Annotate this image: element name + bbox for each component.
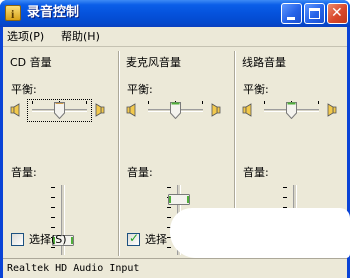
window-title: 录音控制 bbox=[27, 5, 80, 20]
volume-label: 音量: bbox=[127, 166, 153, 179]
mixer-window: i 录音控制 ✕ 选项(P) 帮助(H) CD 音量 平衡: 音量: 麦克风音量… bbox=[0, 0, 350, 278]
status-bar: Realtek HD Audio Input bbox=[3, 258, 347, 278]
channel-cd: CD 音量 平衡: 音量: bbox=[3, 48, 118, 259]
title-bar[interactable]: i 录音控制 ✕ bbox=[0, 0, 350, 27]
select-label: 选择(S) bbox=[29, 233, 67, 246]
balance-slider[interactable] bbox=[144, 100, 207, 121]
redaction-patch bbox=[170, 208, 350, 258]
select-label: 选择 bbox=[145, 233, 167, 246]
status-text: Realtek HD Audio Input bbox=[7, 263, 140, 274]
speaker-right-icon bbox=[327, 103, 337, 117]
balance-label: 平衡: bbox=[127, 83, 153, 96]
balance-thumb[interactable] bbox=[54, 102, 65, 119]
balance-slider[interactable] bbox=[260, 100, 323, 121]
speaker-left-icon bbox=[242, 103, 252, 117]
speaker-left-icon bbox=[10, 103, 20, 117]
volume-label: 音量: bbox=[11, 166, 37, 179]
minimize-button[interactable] bbox=[281, 3, 302, 24]
menu-help[interactable]: 帮助(H) bbox=[61, 30, 100, 44]
speaker-left-icon bbox=[126, 103, 136, 117]
balance-label: 平衡: bbox=[243, 83, 269, 96]
check-icon: ✓ bbox=[129, 231, 140, 245]
balance-label: 平衡: bbox=[11, 83, 37, 96]
channel-title: 麦克风音量 bbox=[126, 56, 181, 69]
balance-thumb[interactable] bbox=[170, 102, 181, 119]
channel-title: CD 音量 bbox=[10, 56, 52, 69]
speaker-right-icon bbox=[211, 103, 221, 117]
close-icon: ✕ bbox=[331, 5, 343, 21]
select-checkbox[interactable]: ✓ bbox=[127, 231, 140, 246]
close-button[interactable]: ✕ bbox=[327, 3, 348, 24]
maximize-button[interactable] bbox=[304, 3, 325, 24]
mixer-icon: i bbox=[5, 5, 21, 21]
minimize-icon bbox=[287, 17, 295, 20]
select-checkbox[interactable] bbox=[11, 233, 24, 246]
balance-thumb[interactable] bbox=[286, 102, 297, 119]
menu-bar: 选项(P) 帮助(H) bbox=[3, 27, 347, 47]
menu-options[interactable]: 选项(P) bbox=[7, 30, 44, 44]
maximize-icon bbox=[309, 8, 320, 19]
balance-slider[interactable] bbox=[27, 99, 92, 122]
volume-label: 音量: bbox=[243, 166, 269, 179]
volume-thumb[interactable] bbox=[168, 193, 190, 205]
channel-title: 线路音量 bbox=[242, 56, 286, 69]
speaker-right-icon bbox=[95, 103, 105, 117]
